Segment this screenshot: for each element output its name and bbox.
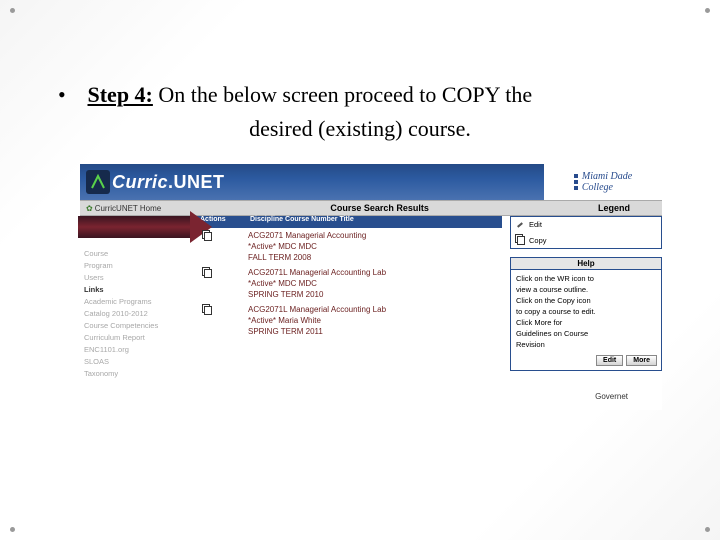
college-logo: Miami DadeCollege [544,164,662,200]
bullet: • [58,78,82,112]
left-nav: Course Program Users Links Academic Prog… [80,216,196,412]
nav-link[interactable]: Curriculum Report [84,332,192,344]
legend-box: Edit Copy [510,216,662,249]
help-heading: Help [511,258,661,270]
nav-link[interactable]: Catalog 2010-2012 [84,308,192,320]
right-column: Edit Copy Help Click on the WR icon tovi… [504,216,662,412]
home-link[interactable]: ✿ CurricUNET Home [86,204,161,213]
instruction-line2: desired (existing) course. [0,112,720,146]
course-cell: ACG2071L Managerial Accounting Lab*Activ… [248,304,502,337]
table-row: ACG2071L Managerial Accounting Lab*Activ… [196,265,502,302]
course-cell: ACG2071 Managerial Accounting*Active* MD… [248,230,502,263]
nav-link[interactable]: Taxonomy [84,368,192,380]
footer-text: Governet [595,392,628,401]
help-buttons: Edit More [511,353,661,370]
corner-dot [705,527,710,532]
copy-icon [202,304,212,314]
corner-dot [10,527,15,532]
nav-item[interactable]: Program [84,260,192,272]
slide: • Step 4: On the below screen proceed to… [0,0,720,540]
legend-edit-label: Edit [529,220,542,229]
copy-icon [202,267,212,277]
action-cell[interactable] [196,267,248,300]
instruction-text: • Step 4: On the below screen proceed to… [58,78,678,146]
links-heading: Links [84,284,192,296]
brand-italic: Curric [112,172,168,192]
legend-heading: Legend [598,203,630,213]
nav-link[interactable]: Academic Programs [84,296,192,308]
help-more-button[interactable]: More [626,355,657,366]
nav-item[interactable]: Course [84,248,192,260]
copy-icon [202,230,212,240]
help-box: Help Click on the WR icon toview a cours… [510,257,662,371]
pencil-icon [515,219,525,230]
app-banner: Curric.UNET Miami DadeCollege [80,164,662,200]
embedded-screenshot: Curric.UNET Miami DadeCollege ✿ CurricUN… [80,164,662,410]
legend-copy-label: Copy [529,236,547,245]
action-cell[interactable] [196,304,248,337]
instruction-line1: On the below screen proceed to COPY the [153,82,532,107]
nav-link[interactable]: ENC1101.org [84,344,192,356]
results-table: Actions Discipline Course Number Title A… [196,216,502,412]
step-label: Step 4: [88,82,153,107]
logo: Curric.UNET [80,170,225,194]
help-body: Click on the WR icon toview a course out… [511,270,661,353]
copy-icon [515,234,525,246]
nav-item[interactable]: Users [84,272,192,284]
college-bars-icon [574,173,578,191]
table-row: ACG2071L Managerial Accounting Lab*Activ… [196,302,502,339]
logo-mark-icon [86,170,110,194]
nav-link[interactable]: SLOAS [84,356,192,368]
college-name: Miami DadeCollege [582,171,632,193]
help-edit-button[interactable]: Edit [596,355,623,366]
corner-dot [10,8,15,13]
nav-link[interactable]: Course Competencies [84,320,192,332]
table-row: ACG2071 Managerial Accounting*Active* MD… [196,228,502,265]
action-cell[interactable] [196,230,248,263]
callout-arrow-icon [78,214,218,242]
course-cell: ACG2071L Managerial Accounting Lab*Activ… [248,267,502,300]
leaf-icon: ✿ [86,204,93,213]
col-discipline: Discipline Course Number Title [246,216,502,228]
table-header: Actions Discipline Course Number Title [196,216,502,228]
page-title: Course Search Results [330,203,429,213]
legend-row-copy: Copy [511,232,661,248]
corner-dot [705,8,710,13]
home-link-label: CurricUNET Home [95,204,162,213]
content-columns: Course Program Users Links Academic Prog… [80,216,662,412]
brand-rest: UNET [174,172,225,192]
legend-row-edit: Edit [511,217,661,232]
brand-text: Curric.UNET [112,172,225,193]
nav-list: Course Program Users Links Academic Prog… [84,248,192,380]
